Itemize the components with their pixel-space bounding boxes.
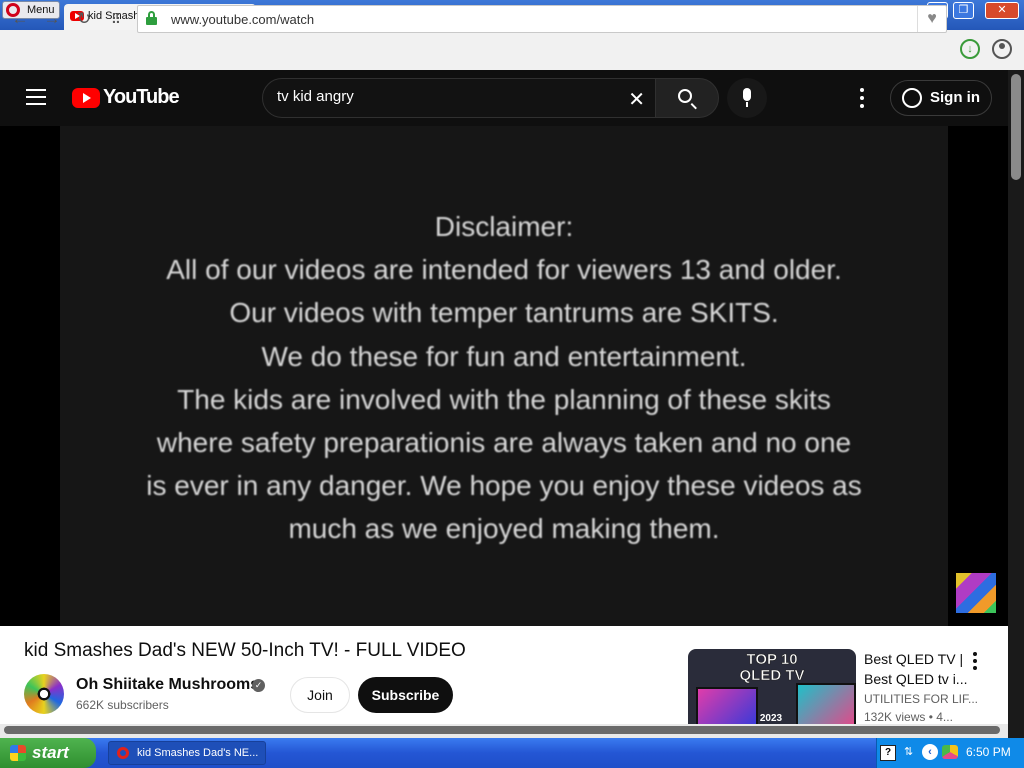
video-title: kid Smashes Dad's NEW 50-Inch TV! - FULL…	[24, 640, 466, 661]
disclaimer-line: is ever in any danger. We hope you enjoy…	[146, 470, 862, 502]
network-icon[interactable]: ⇅	[904, 745, 918, 759]
disclaimer-line: The kids are involved with the planning …	[177, 383, 831, 415]
thumbnail-text-line: TOP 10	[746, 651, 798, 668]
related-video-age: • 4...	[928, 710, 953, 724]
browser-toolbar	[0, 30, 1024, 71]
windows-flag-icon	[10, 745, 26, 761]
thumbnail-text-line: QLED TV	[739, 667, 805, 684]
join-button[interactable]: Join	[290, 677, 350, 713]
hamburger-menu-icon[interactable]	[26, 89, 46, 105]
back-arrow-icon[interactable]: ←	[10, 9, 30, 29]
disclaimer-line: We do these for fun and entertainment.	[261, 340, 747, 372]
disclaimer-line: where safety preparationis are always ta…	[156, 427, 852, 459]
search-box[interactable]: ✕	[262, 78, 656, 118]
clear-search-icon[interactable]: ✕	[628, 87, 645, 112]
search-icon	[678, 89, 692, 103]
opera-icon	[117, 747, 129, 759]
taskbar-item-label: kid Smashes Dad's NE...	[137, 747, 259, 759]
vertical-scrollbar-thumb[interactable]	[1011, 74, 1021, 180]
start-button[interactable]: start	[0, 738, 96, 768]
sign-in-label: Sign in	[930, 89, 980, 106]
disclaimer-line: much as we enjoyed making them.	[288, 513, 720, 545]
subscribe-button[interactable]: Subscribe	[358, 677, 453, 713]
related-video-title[interactable]: Best QLED TV | Best QLED tv i...	[864, 649, 968, 689]
thumbnail-tv-image	[796, 683, 856, 727]
related-video-meta: 132K views • 4...	[864, 710, 953, 724]
url-text[interactable]: www.youtube.com/watch	[171, 12, 314, 27]
related-video-channel[interactable]: UTILITIES FOR LIF...	[864, 692, 978, 706]
related-video-views: 132K views	[864, 710, 926, 724]
account-icon[interactable]	[992, 39, 1012, 59]
download-icon[interactable]: ↓	[960, 39, 980, 59]
microphone-icon	[743, 88, 751, 101]
window-restore-button[interactable]: ❐	[953, 2, 974, 19]
address-bar[interactable]: www.youtube.com/watch ♥	[137, 5, 947, 33]
verified-check-icon: ✓	[252, 679, 265, 692]
forward-arrow-icon[interactable]: →	[42, 9, 62, 29]
thumbnail-text: TOP 10 QLED TV	[688, 649, 856, 684]
settings-kebab-icon[interactable]	[858, 88, 866, 108]
video-disclaimer-text: Disclaimer: All of our videos are intend…	[60, 205, 948, 551]
window-close-button[interactable]: ✕	[985, 2, 1019, 19]
tray-expand-icon[interactable]: ‹	[922, 744, 938, 760]
secure-lock-icon	[146, 11, 157, 25]
channel-name[interactable]: Oh Shiitake Mushrooms	[76, 676, 259, 694]
related-video-menu-icon[interactable]	[972, 652, 978, 670]
user-avatar-icon	[902, 88, 922, 108]
clock: 6:50 PM	[966, 745, 1011, 759]
disclaimer-line: Our videos with temper tantrums are SKIT…	[229, 297, 779, 329]
search-button[interactable]	[655, 78, 719, 118]
start-label: start	[32, 743, 69, 762]
disclaimer-line: All of our videos are intended for viewe…	[166, 254, 842, 286]
tray-app-icon[interactable]	[942, 745, 958, 759]
help-icon[interactable]: ?	[880, 745, 896, 761]
bookmark-heart-icon[interactable]: ♥	[917, 6, 946, 32]
speed-dial-grid-icon[interactable]: ⠿	[106, 9, 126, 29]
reload-icon[interactable]: ↻	[74, 9, 94, 29]
channel-avatar[interactable]	[24, 674, 64, 714]
horizontal-scrollbar-thumb[interactable]	[4, 726, 1000, 734]
sign-in-button[interactable]: Sign in	[890, 80, 992, 116]
disclaimer-line: Disclaimer:	[434, 211, 574, 242]
youtube-logo-icon[interactable]	[72, 88, 100, 108]
taskbar-window-item[interactable]: kid Smashes Dad's NE...	[108, 741, 266, 765]
thumbnail-year: 2023	[759, 713, 783, 724]
search-input[interactable]	[277, 88, 607, 105]
channel-watermark-icon[interactable]	[956, 573, 996, 613]
voice-search-button[interactable]	[727, 78, 767, 118]
subscriber-count: 662K subscribers	[76, 698, 169, 712]
youtube-logo-text[interactable]: YouTube	[103, 86, 180, 109]
